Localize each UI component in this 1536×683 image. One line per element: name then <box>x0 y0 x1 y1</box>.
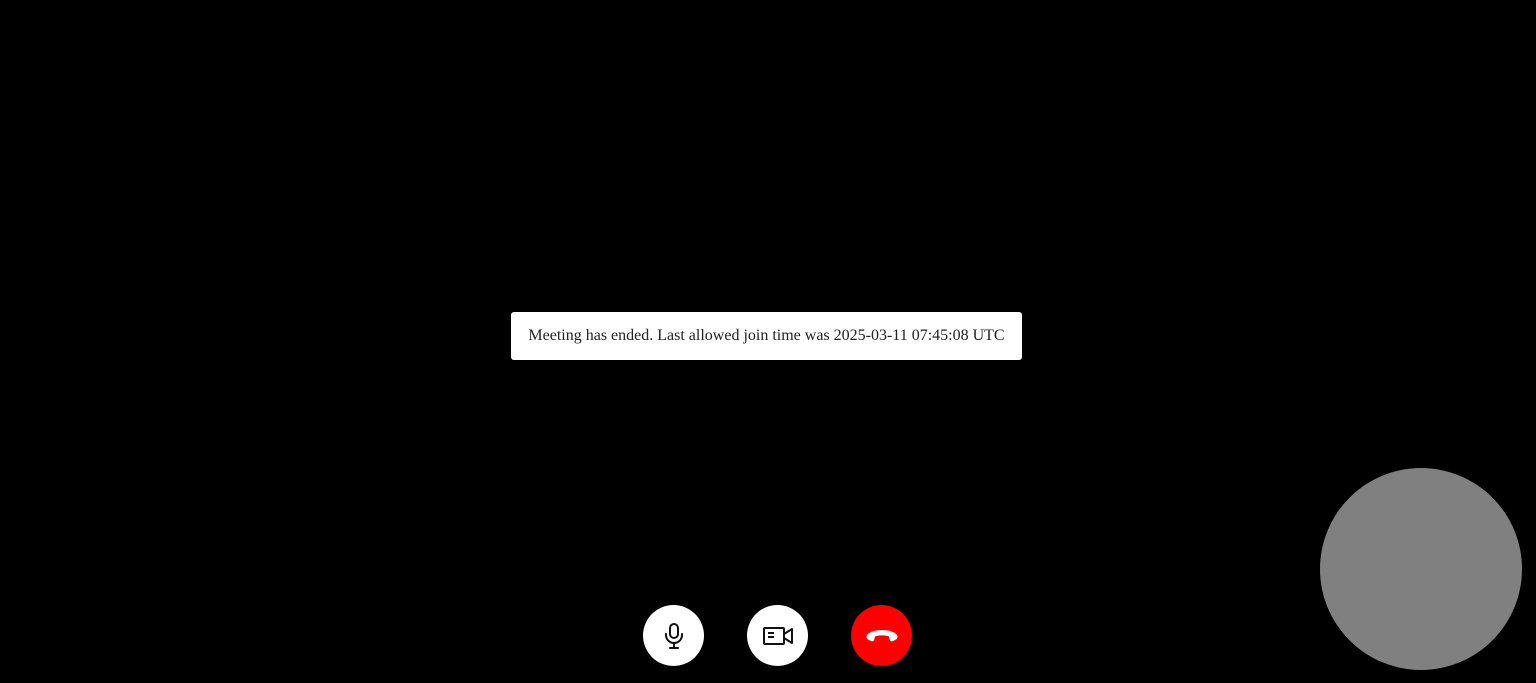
meeting-stage: Meeting has ended. Last allowed join tim… <box>0 0 1536 683</box>
meeting-ended-notice: Meeting has ended. Last allowed join tim… <box>511 312 1022 360</box>
call-controls <box>643 605 912 666</box>
video-camera-icon <box>762 625 794 647</box>
microphone-button[interactable] <box>643 605 704 666</box>
meeting-ended-message: Meeting has ended. Last allowed join tim… <box>528 327 1005 344</box>
self-view-avatar <box>1320 468 1522 670</box>
end-call-button[interactable] <box>851 605 912 666</box>
microphone-icon <box>662 622 686 650</box>
camera-button[interactable] <box>747 605 808 666</box>
phone-hangup-icon <box>865 628 899 644</box>
